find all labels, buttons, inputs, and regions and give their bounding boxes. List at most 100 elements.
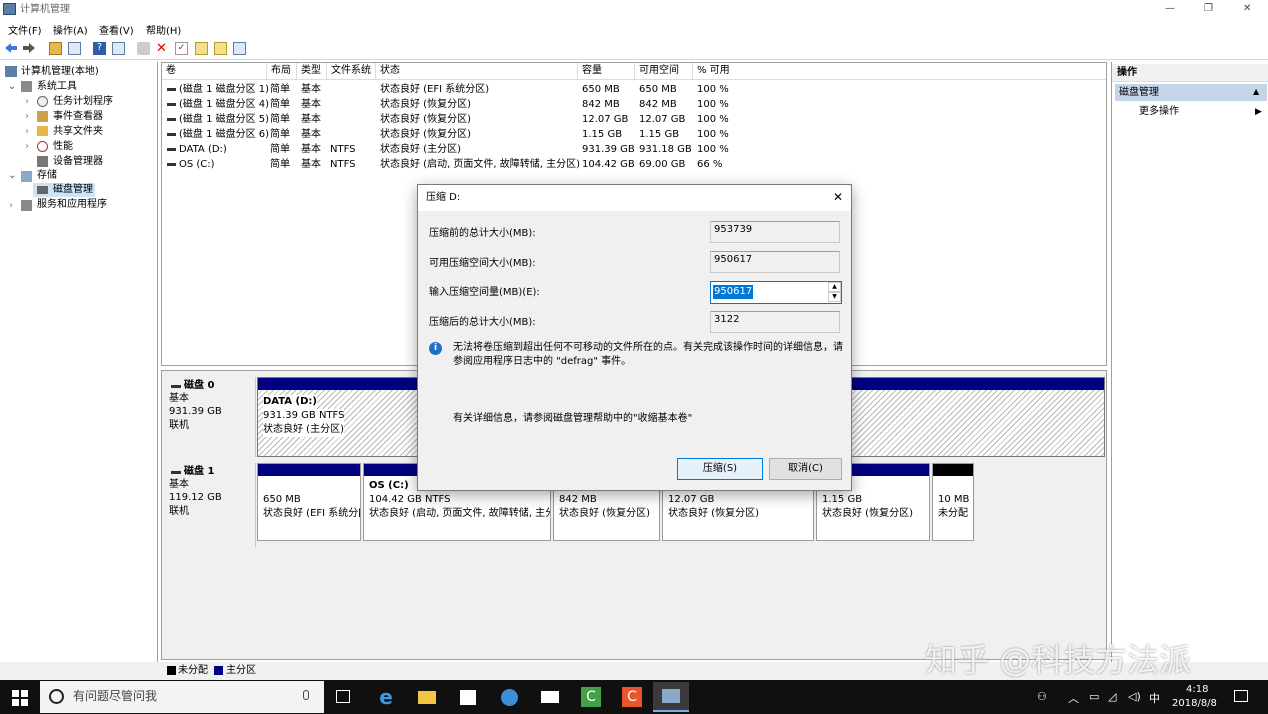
edge-icon[interactable]: e — [368, 682, 404, 712]
shrink-button[interactable]: 压缩(S) — [677, 458, 763, 480]
ime-indicator[interactable]: 中 — [1149, 690, 1160, 706]
table-cell: DATA (D:) — [179, 144, 227, 155]
back-icon[interactable] — [4, 42, 18, 54]
column-header-capacity[interactable]: 容量 — [578, 63, 635, 80]
collapse-up-icon[interactable]: ▲ — [1253, 85, 1259, 99]
up-folder-icon[interactable] — [49, 42, 62, 55]
menu-bar: 文件(F) 操作(A) 查看(V) 帮助(H) — [0, 20, 1268, 38]
volume-icon — [167, 163, 176, 166]
column-header-type[interactable]: 类型 — [297, 63, 327, 80]
clock-date[interactable]: 2018/8/8 — [1172, 697, 1217, 711]
disk1-partition-6[interactable]: 10 MB 未分配 — [932, 463, 974, 541]
table-cell: 状态良好 (恢复分区) — [380, 99, 471, 110]
check-icon[interactable]: ✓ — [175, 42, 188, 55]
people-icon[interactable]: ⚇ — [1037, 690, 1047, 703]
tree-storage[interactable]: 存储 — [37, 169, 57, 183]
actions-section-title[interactable]: 磁盘管理 — [1119, 86, 1159, 100]
spinner-down-button[interactable]: ▼ — [828, 292, 841, 302]
delete-icon[interactable]: ✕ — [156, 42, 169, 55]
expand-icon[interactable]: ⌄ — [8, 80, 16, 94]
actions-pane: 操作 磁盘管理 ▲ 更多操作 ▶ — [1111, 62, 1268, 662]
table-cell: 基本 — [301, 144, 321, 155]
disk0-type: 基本 — [169, 393, 189, 404]
disk0-label[interactable]: 磁盘 0 基本 931.39 GB 联机 — [162, 377, 256, 457]
dialog-close-icon[interactable]: ✕ — [833, 190, 843, 204]
tree-root[interactable]: 计算机管理(本地) — [21, 65, 99, 79]
event-viewer-icon — [37, 111, 48, 122]
battery-icon[interactable]: ▭ — [1089, 690, 1099, 703]
cancel-button[interactable]: 取消(C) — [769, 458, 842, 480]
collapse-icon[interactable]: › — [25, 125, 29, 139]
collapse-icon[interactable]: › — [25, 110, 29, 124]
menu-view[interactable]: 查看(V) — [99, 22, 134, 37]
partition-status: 状态良好 (恢复分区) — [668, 508, 759, 519]
partition-status: 状态良好 (EFI 系统分[ — [263, 508, 361, 519]
column-header-layout[interactable]: 布局 — [267, 63, 297, 80]
tree-disk-management[interactable]: 磁盘管理 — [53, 183, 93, 197]
info-icon: i — [429, 342, 442, 355]
camtasia-red-icon[interactable]: C — [614, 682, 650, 712]
column-header-free-space[interactable]: 可用空间 — [635, 63, 693, 80]
close-button[interactable]: ✕ — [1243, 2, 1251, 16]
store-icon[interactable] — [450, 682, 486, 712]
shrink-amount-input[interactable]: 950617 — [710, 281, 842, 304]
file-explorer-icon[interactable] — [409, 682, 445, 712]
collapse-icon[interactable]: › — [9, 199, 13, 213]
table-cell: 简单 — [270, 129, 290, 140]
volume-icon — [167, 148, 176, 151]
help-icon[interactable]: ? — [93, 42, 106, 55]
menu-file[interactable]: 文件(F) — [8, 22, 42, 37]
notification-icon[interactable] — [1234, 690, 1248, 702]
menu-help[interactable]: 帮助(H) — [146, 22, 181, 37]
spinner-up-button[interactable]: ▲ — [828, 282, 841, 292]
tree-shared-folders[interactable]: 共享文件夹 — [53, 125, 103, 139]
tree-performance[interactable]: 性能 — [53, 140, 73, 154]
tree-event-viewer[interactable]: 事件查看器 — [53, 110, 103, 124]
tree-services[interactable]: 服务和应用程序 — [37, 198, 107, 212]
cortana-icon — [49, 689, 64, 704]
tree-task-scheduler[interactable]: 任务计划程序 — [53, 95, 113, 109]
column-header-status[interactable]: 状态 — [376, 63, 578, 80]
clock-time[interactable]: 4:18 — [1186, 683, 1208, 697]
expand-icon[interactable]: ⌄ — [8, 169, 16, 183]
disk1-label[interactable]: 磁盘 1 基本 119.12 GB 联机 — [162, 463, 256, 547]
computer-management-taskbar-icon[interactable] — [653, 682, 689, 712]
tree-system-tools[interactable]: 系统工具 — [37, 80, 77, 94]
minimize-button[interactable]: — — [1165, 2, 1175, 16]
camtasia-green-icon[interactable]: C — [573, 682, 609, 712]
partition-status: 状态良好 (主分区) — [263, 423, 344, 437]
export-icon[interactable] — [233, 42, 246, 55]
disk1-partition-1[interactable]: 650 MB 状态良好 (EFI 系统分[ — [257, 463, 361, 541]
collapse-icon[interactable]: › — [25, 95, 29, 109]
more-actions[interactable]: 更多操作 — [1139, 105, 1179, 119]
maximize-button[interactable]: ❐ — [1204, 2, 1213, 16]
forward-icon[interactable] — [22, 42, 36, 54]
show-hidden-icons-chevron[interactable]: ︿ — [1068, 690, 1079, 706]
column-header-percent-free[interactable]: % 可用 — [693, 63, 1106, 80]
show-hide-tree-icon[interactable] — [68, 42, 81, 55]
view-icon[interactable] — [112, 42, 125, 55]
network-icon[interactable]: ◿ — [1108, 690, 1116, 703]
properties-icon[interactable] — [214, 42, 227, 55]
windows-start-icon[interactable] — [12, 690, 28, 706]
collapse-icon[interactable]: › — [25, 140, 29, 154]
new-icon[interactable] — [195, 42, 208, 55]
shrink-amount-value[interactable]: 950617 — [713, 285, 754, 299]
table-cell: 1.15 GB — [582, 129, 623, 140]
volume-icon[interactable]: ◁) — [1128, 690, 1141, 703]
tree-device-manager[interactable]: 设备管理器 — [53, 155, 103, 169]
mail-icon[interactable] — [532, 682, 568, 712]
task-view-icon[interactable] — [336, 690, 350, 703]
microphone-icon[interactable] — [303, 690, 309, 700]
table-cell: OS (C:) — [179, 159, 215, 170]
column-header-filesystem[interactable]: 文件系统 — [327, 63, 376, 80]
search-placeholder[interactable]: 有问题尽管问我 — [73, 689, 157, 703]
disk0-status: 联机 — [169, 420, 189, 431]
legend-primary: 主分区 — [226, 665, 256, 676]
menu-action[interactable]: 操作(A) — [53, 22, 88, 37]
table-cell: 650 MB — [582, 84, 620, 95]
chevron-right-icon[interactable]: ▶ — [1255, 105, 1262, 119]
column-header-volume[interactable]: 卷 — [162, 63, 267, 80]
browser-icon[interactable] — [491, 682, 527, 712]
connect-icon[interactable] — [137, 42, 150, 55]
